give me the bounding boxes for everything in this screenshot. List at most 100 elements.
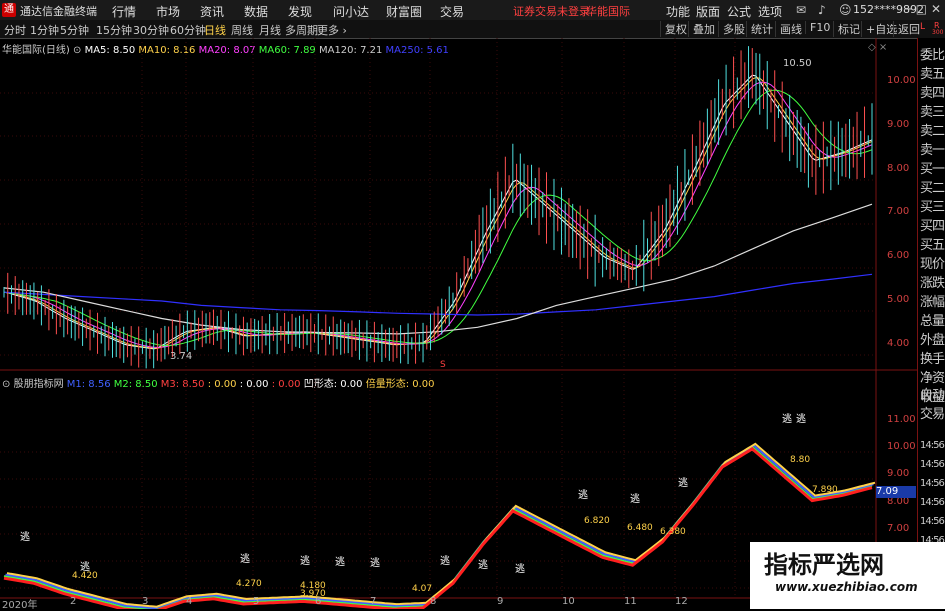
quote-label-8[interactable]: 买三 (920, 196, 945, 215)
value-label-9: 7.890 (812, 485, 838, 495)
bell-icon[interactable]: ♪ (818, 3, 826, 17)
menu-1[interactable]: 市场 (156, 3, 180, 20)
tool-0[interactable]: 复权 (660, 21, 691, 37)
escape-label: 逃 (20, 530, 30, 543)
x-tick-5: 6 (315, 596, 322, 607)
period-tab-10[interactable]: 更多 › (317, 22, 347, 38)
escape-label: 逃 (300, 554, 310, 567)
value-label-7: 6.380 (660, 527, 686, 537)
quote-label-2[interactable]: 卖四 (920, 82, 945, 101)
quote-label-10[interactable]: 买五 (920, 234, 945, 253)
x-tick-10: 11 (624, 596, 637, 607)
user-icon[interactable]: ☺ (839, 3, 852, 17)
period-tab-3[interactable]: 15分钟 (96, 22, 132, 38)
quote-label-3[interactable]: 卖三 (920, 101, 945, 120)
main-y-tick-5: 5.00 (887, 294, 910, 305)
quote-label-12[interactable]: 涨跌 (920, 272, 945, 291)
menu-3[interactable]: 数据 (244, 3, 268, 20)
value-label-0: 4.420 (72, 571, 98, 581)
menu-7[interactable]: 交易 (440, 3, 464, 20)
x-tick-6: 7 (370, 596, 377, 607)
escape-label: 逃 (678, 476, 688, 489)
x-tick-11: 12 (675, 596, 688, 607)
x-tick-9: 10 (562, 596, 575, 607)
tool-6[interactable]: 标记 (833, 21, 864, 37)
quote-label-1[interactable]: 卖五 (920, 63, 945, 82)
quote-label-19[interactable]: 自动 (920, 384, 945, 403)
menu-right-0[interactable]: 功能 (666, 3, 690, 20)
quote-time-0: 14:56 (920, 440, 945, 451)
menu-right-2[interactable]: 公式 (727, 3, 751, 20)
quote-label-5[interactable]: 卖一 (920, 139, 945, 158)
current-value-badge: 7.09 (876, 486, 916, 498)
minimize-icon[interactable]: ─ (905, 2, 912, 16)
sub-line-0 (3, 445, 873, 609)
period-tab-7[interactable]: 周线 (231, 22, 253, 38)
quote-label-6[interactable]: 买一 (920, 158, 945, 177)
main-y-tick-4: 6.00 (887, 250, 910, 262)
menu-0[interactable]: 行情 (112, 3, 136, 20)
tool-3[interactable]: 统计 (746, 21, 777, 37)
quote-time-3: 14:56 (920, 497, 945, 508)
tool-2[interactable]: 多股 (718, 21, 749, 37)
restore-icon[interactable]: □ (916, 2, 927, 16)
quote-label-13[interactable]: 涨幅 (920, 291, 945, 310)
quote-panel: 委比 卖五 卖四 卖三 卖二 卖一 买一 买二 买三 买四 买五 现价 涨跌 涨幅 总量 外盘 换手 净资 收益 自动… (917, 38, 945, 609)
app-logo-icon: 通 (2, 3, 16, 17)
period-tab-5[interactable]: 60分钟 (170, 22, 206, 38)
sub-y-tick-0: 11.00 (887, 414, 916, 425)
title-bar: 通 通达信金融终端 行情 市场 资讯 数据 发现 问小达 财富圈 交易 证券交易未登录 华能国… (0, 0, 945, 21)
sub-y-tick-4: 7.00 (887, 522, 910, 534)
menu-right-1[interactable]: 版面 (696, 3, 720, 20)
period-tab-9[interactable]: 多周期 (285, 22, 318, 38)
quote-label-0[interactable]: 委比 (920, 44, 945, 63)
chart-area[interactable]: 逃逃逃逃逃逃逃逃逃逃 逃逃逃 逃4.4204.270 4.1803.970 4.076.… (0, 38, 917, 609)
quote-time-4: 14:56 (920, 516, 945, 527)
escape-label: 逃 (440, 554, 450, 567)
quote-label-14[interactable]: 总量 (920, 310, 945, 329)
escape-label: 逃 (782, 412, 792, 425)
menu-2[interactable]: 资讯 (200, 3, 224, 20)
x-tick-7: 8 (430, 596, 437, 607)
quote-label-11[interactable]: 现价 (920, 253, 945, 272)
mail-icon[interactable]: ✉ (796, 3, 806, 17)
escape-label: 逃 (240, 552, 250, 565)
broker-name[interactable]: 华能国际 (586, 3, 630, 19)
quote-label-9[interactable]: 买四 (920, 215, 945, 234)
tool-4[interactable]: 画线 (775, 21, 806, 37)
period-tab-8[interactable]: 月线 (259, 22, 281, 38)
window-controls: ─ □ ✕ (905, 2, 941, 16)
value-label-5: 6.820 (584, 516, 610, 526)
menu-4[interactable]: 发现 (288, 3, 312, 20)
menu-right-3[interactable]: 选项 (758, 3, 782, 20)
period-tab-4[interactable]: 30分钟 (133, 22, 169, 38)
menu-6[interactable]: 财富圈 (386, 3, 422, 20)
period-tab-0[interactable]: 分时 (4, 22, 26, 38)
period-tab-2[interactable]: 5分钟 (60, 22, 89, 38)
value-label-6: 6.480 (627, 523, 653, 533)
corner-sub: 300 (932, 29, 944, 36)
value-label-4: 4.07 (412, 584, 432, 594)
quote-time-1: 14:56 (920, 459, 945, 470)
quote-label-16[interactable]: 换手 (920, 348, 945, 367)
tool-5[interactable]: F10 (805, 21, 834, 34)
close-icon[interactable]: ✕ (931, 2, 941, 16)
quote-label-7[interactable]: 买二 (920, 177, 945, 196)
escape-label: 逃 (515, 562, 525, 575)
period-tab-1[interactable]: 1分钟 (30, 22, 59, 38)
main-y-tick-2: 8.00 (887, 162, 910, 174)
sub-line-red (3, 447, 873, 609)
escape-label: 逃 (478, 558, 488, 571)
quote-label-15[interactable]: 外盘 (920, 329, 945, 348)
escape-label: 逃 (796, 412, 806, 425)
login-warning[interactable]: 证券交易未登录 (513, 3, 590, 19)
menu-5[interactable]: 问小达 (333, 3, 369, 20)
main-y-tick-1: 9.00 (887, 118, 910, 130)
quote-label-20[interactable]: 交易 (920, 403, 945, 422)
tool-1[interactable]: 叠加 (688, 21, 719, 37)
period-tab-6[interactable]: 日线 (204, 22, 226, 38)
sub-y-tick-1: 10.00 (887, 441, 916, 453)
quote-label-4[interactable]: 卖二 (920, 120, 945, 139)
sub-line-2 (6, 442, 876, 608)
sub-line-1 (5, 444, 874, 609)
